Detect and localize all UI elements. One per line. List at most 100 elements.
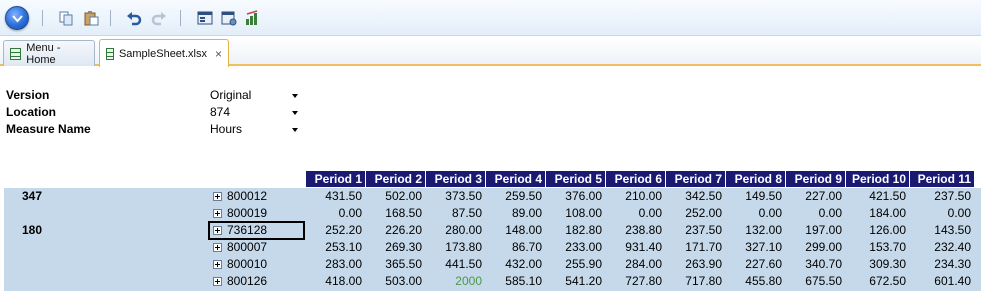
table-cell[interactable]: 421.50: [845, 188, 909, 205]
column-header[interactable]: Period 2: [365, 171, 425, 187]
table-cell[interactable]: 309.30: [845, 256, 909, 273]
table-cell[interactable]: 197.00: [785, 222, 845, 239]
table-cell[interactable]: 327.10: [725, 239, 785, 256]
table-cell[interactable]: 86.70: [485, 239, 545, 256]
expand-icon[interactable]: [213, 209, 222, 218]
table-cell[interactable]: 342.50: [665, 188, 725, 205]
table-cell[interactable]: 283.00: [305, 256, 365, 273]
table-cell[interactable]: 126.00: [845, 222, 909, 239]
table-cell[interactable]: 171.70: [665, 239, 725, 256]
row-code[interactable]: 800007: [227, 239, 267, 256]
table-cell[interactable]: 184.00: [845, 205, 909, 222]
expand-icon[interactable]: [213, 192, 222, 201]
expand-icon[interactable]: [213, 277, 222, 286]
column-header[interactable]: Period 6: [605, 171, 665, 187]
column-header[interactable]: Period 9: [785, 171, 845, 187]
table-cell[interactable]: 168.50: [365, 205, 425, 222]
expand-icon[interactable]: [213, 260, 222, 269]
app-menu-button[interactable]: [5, 6, 29, 30]
table-cell[interactable]: 717.80: [665, 273, 725, 290]
table-cell[interactable]: 365.50: [365, 256, 425, 273]
table-cell[interactable]: 132.00: [725, 222, 785, 239]
table-cell[interactable]: 455.80: [725, 273, 785, 290]
table-cell[interactable]: 727.80: [605, 273, 665, 290]
table-cell[interactable]: 0.00: [909, 205, 974, 222]
table-cell[interactable]: 252.00: [665, 205, 725, 222]
column-header[interactable]: Period 8: [725, 171, 785, 187]
table-cell[interactable]: 672.50: [845, 273, 909, 290]
table-cell[interactable]: 299.00: [785, 239, 845, 256]
table-cell[interactable]: 432.00: [485, 256, 545, 273]
dropdown-arrow-icon[interactable]: [292, 128, 298, 132]
table-cell[interactable]: 226.20: [365, 222, 425, 239]
table-cell[interactable]: 227.00: [785, 188, 845, 205]
table-cell[interactable]: 233.00: [545, 239, 605, 256]
dropdown-arrow-icon[interactable]: [292, 94, 298, 98]
redo-icon[interactable]: [151, 10, 167, 26]
table-cell[interactable]: 232.40: [909, 239, 974, 256]
table-cell[interactable]: 252.20: [305, 222, 365, 239]
table-cell[interactable]: 418.00: [305, 273, 365, 290]
table-cell[interactable]: 503.00: [365, 273, 425, 290]
table-cell[interactable]: 0.00: [605, 205, 665, 222]
table-cell[interactable]: 182.80: [545, 222, 605, 239]
table-cell[interactable]: 87.50: [425, 205, 485, 222]
row-code[interactable]: 800019: [227, 205, 267, 222]
table-cell[interactable]: 601.40: [909, 273, 974, 290]
column-header[interactable]: Period 10: [845, 171, 909, 187]
table-cell[interactable]: 0.00: [305, 205, 365, 222]
table-cell[interactable]: 284.00: [605, 256, 665, 273]
table-cell[interactable]: 376.00: [545, 188, 605, 205]
expand-icon[interactable]: [213, 243, 222, 252]
tab-samplesheet[interactable]: SampleSheet.xlsx ×: [99, 39, 229, 67]
row-code[interactable]: 800010: [227, 256, 267, 273]
row-code[interactable]: 800126: [227, 273, 267, 290]
column-header[interactable]: Period 4: [485, 171, 545, 187]
table-cell[interactable]: 255.90: [545, 256, 605, 273]
dropdown-arrow-icon[interactable]: [292, 111, 298, 115]
table-cell[interactable]: 675.50: [785, 273, 845, 290]
filter-value[interactable]: Original: [210, 88, 251, 102]
table-cell[interactable]: 0.00: [785, 205, 845, 222]
column-header[interactable]: Period 11: [909, 171, 974, 187]
table-cell[interactable]: 143.50: [909, 222, 974, 239]
table-cell[interactable]: 259.50: [485, 188, 545, 205]
table-cell[interactable]: 0.00: [725, 205, 785, 222]
column-header[interactable]: Period 7: [665, 171, 725, 187]
grid-settings-icon[interactable]: [221, 10, 237, 26]
table-cell[interactable]: 153.70: [845, 239, 909, 256]
table-cell[interactable]: 108.00: [545, 205, 605, 222]
table-cell[interactable]: 269.30: [365, 239, 425, 256]
table-cell[interactable]: 173.80: [425, 239, 485, 256]
table-cell[interactable]: 237.50: [909, 188, 974, 205]
table-cell[interactable]: 238.80: [605, 222, 665, 239]
table-cell[interactable]: 931.40: [605, 239, 665, 256]
paste-icon[interactable]: [83, 10, 99, 26]
column-header[interactable]: Period 3: [425, 171, 485, 187]
table-cell[interactable]: 441.50: [425, 256, 485, 273]
table-cell[interactable]: 280.00: [425, 222, 485, 239]
table-cell[interactable]: 431.50: [305, 188, 365, 205]
table-cell[interactable]: 148.00: [485, 222, 545, 239]
column-header[interactable]: Period 1: [305, 171, 365, 187]
table-cell[interactable]: 340.70: [785, 256, 845, 273]
undo-icon[interactable]: [126, 10, 142, 26]
chart-edit-icon[interactable]: [244, 10, 260, 26]
copy-icon[interactable]: [58, 10, 74, 26]
table-cell[interactable]: 263.90: [665, 256, 725, 273]
filter-value[interactable]: Hours: [210, 122, 242, 136]
filter-value[interactable]: 874: [210, 105, 230, 119]
column-header[interactable]: Period 5: [545, 171, 605, 187]
table-cell[interactable]: 541.20: [545, 273, 605, 290]
tab-menu-home[interactable]: Menu - Home: [3, 40, 95, 66]
table-cell[interactable]: 2000: [425, 273, 485, 290]
table-cell[interactable]: 210.00: [605, 188, 665, 205]
table-cell[interactable]: 502.00: [365, 188, 425, 205]
table-cell[interactable]: 234.30: [909, 256, 974, 273]
table-cell[interactable]: 89.00: [485, 205, 545, 222]
table-cell[interactable]: 149.50: [725, 188, 785, 205]
table-cell[interactable]: 585.10: [485, 273, 545, 290]
table-cell[interactable]: 373.50: [425, 188, 485, 205]
table-cell[interactable]: 227.60: [725, 256, 785, 273]
table-cell[interactable]: 253.10: [305, 239, 365, 256]
